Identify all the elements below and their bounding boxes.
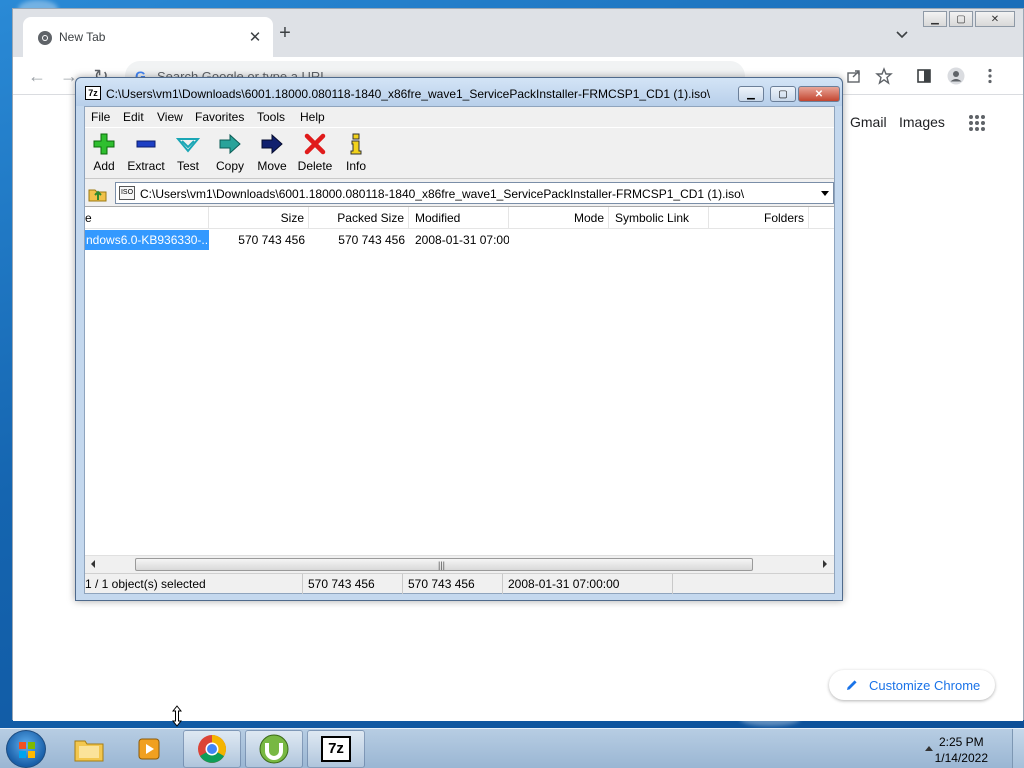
column-header-modified[interactable]: Modified bbox=[409, 207, 509, 229]
customize-chrome-label: Customize Chrome bbox=[869, 678, 981, 693]
column-header-size[interactable]: Size bbox=[209, 207, 309, 229]
taskbar-utorrent[interactable] bbox=[245, 730, 303, 768]
chrome-window-controls: ▁ ▢ ✕ bbox=[921, 11, 1015, 27]
taskbar-7zip[interactable]: 7z bbox=[307, 730, 365, 768]
folder-up-icon[interactable] bbox=[87, 183, 109, 203]
scrollbar-thumb[interactable]: ||| bbox=[135, 558, 753, 571]
column-header-symbolic-link[interactable]: Symbolic Link bbox=[609, 207, 709, 229]
move-arrow-icon bbox=[261, 133, 283, 155]
customize-chrome-button[interactable]: Customize Chrome bbox=[829, 670, 995, 700]
toolbar: Add Extract Test Copy Move Delete Info bbox=[85, 127, 834, 179]
close-button[interactable]: ✕ bbox=[798, 86, 840, 102]
bookmark-star-icon[interactable] bbox=[875, 67, 893, 85]
taskbar: 7z 2:25 PM 1/14/2022 bbox=[0, 728, 1024, 768]
minimize-button[interactable]: ▁ bbox=[738, 86, 764, 102]
show-hidden-icons-icon[interactable] bbox=[925, 746, 933, 751]
sevenzip-client: File Edit View Favorites Tools Help Add … bbox=[84, 106, 835, 594]
tab-strip: New Tab ✕ + ▁ ▢ ✕ bbox=[13, 9, 1023, 57]
row-packed-size: 570 743 456 bbox=[338, 233, 405, 247]
minimize-button[interactable]: ▁ bbox=[923, 11, 947, 27]
column-header-packed-size[interactable]: Packed Size bbox=[309, 207, 409, 229]
profile-avatar-icon[interactable] bbox=[947, 67, 965, 85]
column-header-mode[interactable]: Mode bbox=[509, 207, 609, 229]
row-name[interactable]: ndows6.0-KB936330-... bbox=[85, 230, 209, 250]
explorer-icon bbox=[74, 740, 104, 762]
status-size: 570 743 456 bbox=[303, 574, 403, 594]
menu-tools[interactable]: Tools bbox=[257, 110, 285, 124]
show-desktop-button[interactable] bbox=[1012, 729, 1024, 768]
menu-help[interactable]: Help bbox=[300, 110, 325, 124]
pencil-icon bbox=[847, 680, 857, 690]
tab-search-chevron-icon[interactable] bbox=[895, 27, 909, 41]
column-header-name[interactable]: e bbox=[85, 207, 209, 229]
column-header-folders[interactable]: Folders bbox=[709, 207, 809, 229]
images-link[interactable]: Images bbox=[899, 114, 945, 130]
menu-edit[interactable]: Edit bbox=[123, 110, 144, 124]
address-bar: ISO C:\Users\vm1\Downloads\6001.18000.08… bbox=[85, 181, 834, 205]
scroll-right-arrow-icon[interactable] bbox=[823, 560, 827, 568]
menu-file[interactable]: File bbox=[91, 110, 110, 124]
gmail-link[interactable]: Gmail bbox=[850, 114, 887, 130]
table-row[interactable]: ndows6.0-KB936330-... 570 743 456 570 74… bbox=[85, 230, 834, 250]
row-modified: 2008-01-31 07:00 bbox=[415, 233, 509, 247]
minus-icon bbox=[136, 140, 156, 148]
info-button[interactable]: Info bbox=[331, 132, 381, 173]
copy-arrow-icon bbox=[219, 133, 241, 155]
back-button[interactable]: ← bbox=[27, 66, 47, 86]
share-icon[interactable] bbox=[845, 67, 863, 85]
sevenzip-window: 7z C:\Users\vm1\Downloads\6001.18000.080… bbox=[75, 77, 843, 601]
status-bar: 1 / 1 object(s) selected 570 743 456 570… bbox=[85, 573, 834, 594]
file-list: e Size Packed Size Modified Mode Symboli… bbox=[85, 206, 834, 571]
horizontal-scrollbar[interactable]: ||| bbox=[85, 555, 834, 571]
7zip-icon: 7z bbox=[321, 736, 351, 762]
clock-time: 2:25 PM bbox=[938, 735, 984, 749]
chrome-icon bbox=[198, 735, 226, 763]
media-player-icon bbox=[138, 738, 160, 760]
menu-favorites[interactable]: Favorites bbox=[195, 110, 244, 124]
resize-cursor-icon bbox=[172, 705, 182, 727]
close-tab-icon[interactable]: ✕ bbox=[247, 28, 263, 46]
close-window-button[interactable]: ✕ bbox=[975, 11, 1015, 27]
windows-flag-icon bbox=[19, 742, 35, 758]
row-size: 570 743 456 bbox=[238, 233, 305, 247]
iso-file-icon: ISO bbox=[119, 186, 135, 200]
chrome-favicon-icon bbox=[38, 31, 52, 45]
maximize-button[interactable]: ▢ bbox=[949, 11, 973, 27]
menu-bar: File Edit View Favorites Tools Help bbox=[85, 107, 834, 127]
clock-date: 1/14/2022 bbox=[934, 751, 988, 765]
status-packed: 570 743 456 bbox=[403, 574, 503, 594]
delete-x-icon bbox=[304, 133, 326, 155]
system-clock[interactable]: 2:25 PM 1/14/2022 bbox=[935, 734, 988, 766]
path-combobox[interactable]: ISO C:\Users\vm1\Downloads\6001.18000.08… bbox=[115, 182, 834, 204]
sevenzip-titlebar[interactable]: 7z C:\Users\vm1\Downloads\6001.18000.080… bbox=[76, 78, 842, 106]
sevenzip-app-icon: 7z bbox=[85, 86, 101, 100]
taskbar-media-player[interactable] bbox=[121, 730, 179, 768]
status-modified: 2008-01-31 07:00:00 bbox=[503, 574, 673, 594]
path-text: C:\Users\vm1\Downloads\6001.18000.080118… bbox=[140, 187, 745, 201]
dropdown-arrow-icon[interactable] bbox=[821, 191, 829, 196]
start-button[interactable] bbox=[6, 730, 46, 768]
window-title: C:\Users\vm1\Downloads\6001.18000.080118… bbox=[106, 87, 711, 101]
new-tab-button[interactable]: + bbox=[275, 23, 295, 43]
grip-icon: ||| bbox=[438, 560, 446, 570]
check-icon bbox=[176, 138, 200, 153]
info-label: Info bbox=[345, 159, 366, 173]
tab-title: New Tab bbox=[59, 30, 106, 44]
tab-new-tab[interactable]: New Tab ✕ bbox=[23, 17, 273, 57]
more-menu-icon[interactable] bbox=[981, 67, 999, 85]
list-header: e Size Packed Size Modified Mode Symboli… bbox=[85, 207, 834, 229]
utorrent-icon bbox=[259, 734, 289, 764]
taskbar-explorer[interactable] bbox=[60, 730, 118, 768]
plus-icon bbox=[93, 133, 115, 155]
menu-view[interactable]: View bbox=[157, 110, 183, 124]
google-apps-icon[interactable] bbox=[968, 114, 986, 132]
side-panel-icon[interactable] bbox=[915, 67, 933, 85]
maximize-button[interactable]: ▢ bbox=[770, 86, 796, 102]
taskbar-chrome[interactable] bbox=[183, 730, 241, 768]
status-selected: 1 / 1 object(s) selected bbox=[85, 574, 303, 594]
info-icon bbox=[350, 133, 362, 155]
scroll-left-arrow-icon[interactable] bbox=[91, 560, 95, 568]
